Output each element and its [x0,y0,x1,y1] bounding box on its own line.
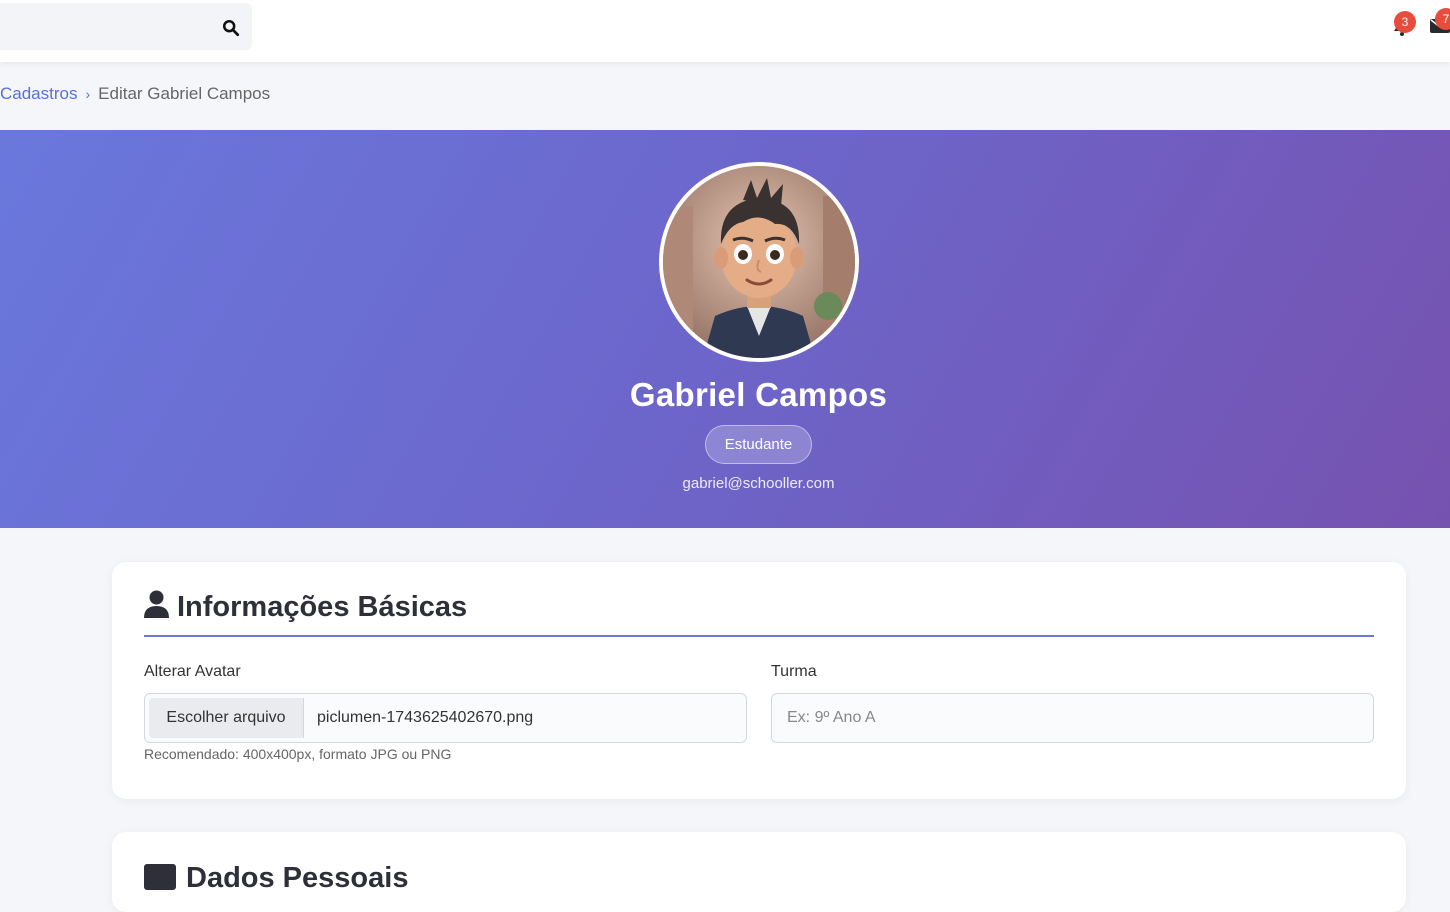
breadcrumb-separator: › [85,86,91,102]
personal-info-title-text: Dados Pessoais [186,862,409,894]
basic-info-title: Informações Básicas [144,590,467,630]
id-card-icon [144,864,176,890]
search-input[interactable] [0,3,200,50]
basic-info-card: Informações Básicas Alterar Avatar Escol… [112,562,1406,799]
role-badge: Estudante [705,425,812,464]
avatar-file-input[interactable]: Escolher arquivo piclumen-1743625402670.… [144,693,747,743]
messages-badge: 7 [1435,8,1450,30]
personal-info-title: Dados Pessoais [144,862,408,895]
notifications-button[interactable]: 3 [1390,11,1416,38]
breadcrumb: Cadastros › Editar Gabriel Campos [0,82,270,106]
avatar [659,162,859,362]
breadcrumb-current: Editar Gabriel Campos [98,84,271,103]
notifications-badge: 3 [1394,11,1416,33]
breadcrumb-cadastros-link[interactable]: Cadastros [0,84,77,103]
section-divider [144,635,1374,637]
choose-file-button[interactable]: Escolher arquivo [149,698,304,738]
user-icon [144,590,169,618]
profile-email: gabriel@schooller.com [682,475,835,492]
avatar-field-label: Alterar Avatar [144,663,241,680]
avatar-hint: Recomendado: 400x400px, formato JPG ou P… [144,746,452,762]
personal-info-card: Dados Pessoais [112,832,1406,912]
class-input[interactable] [771,693,1374,743]
avatar-image [663,166,855,358]
class-field-label: Turma [771,663,817,680]
messages-button[interactable]: 7 [1428,8,1450,38]
profile-name: Gabriel Campos [629,376,888,413]
profile-hero: Gabriel Campos Estudante gabriel@schooll… [0,130,1450,528]
search-icon[interactable] [222,19,240,37]
search-box [0,3,252,50]
selected-file-name: piclumen-1743625402670.png [317,709,534,726]
top-bar: 3 7 [0,0,1450,62]
basic-info-title-text: Informações Básicas [177,590,468,623]
